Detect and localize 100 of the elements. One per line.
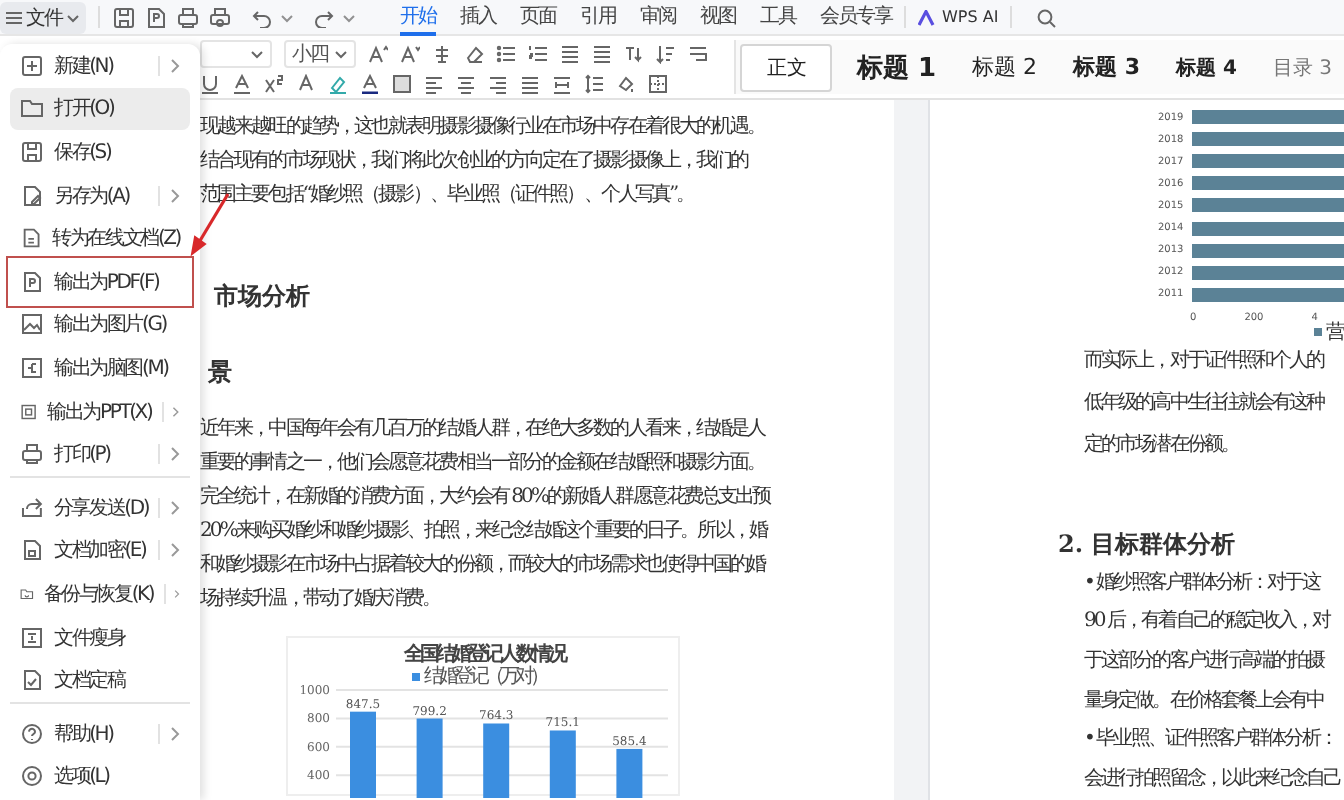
caret-icon[interactable] (280, 11, 294, 23)
align-right-icon[interactable] (488, 73, 508, 94)
shading-icon[interactable] (616, 73, 636, 94)
menu-item[interactable]: 输出为PDF(F) (10, 259, 190, 304)
menu-item[interactable]: 文档加密(E) (10, 529, 190, 573)
numbered-list-icon[interactable] (528, 44, 548, 65)
chart-bar (616, 748, 643, 798)
save-as-icon (20, 183, 44, 208)
text-direction-icon[interactable] (624, 44, 644, 65)
print-icon (20, 442, 44, 467)
chart-bar (350, 711, 376, 798)
menu-tab[interactable]: 会员专享 (820, 0, 892, 35)
new-file-icon (20, 53, 44, 78)
menu-icon (6, 9, 22, 25)
shrink-font-icon[interactable] (400, 44, 420, 65)
menu-item[interactable]: 输出为PPT(X) (10, 389, 190, 433)
menu-item[interactable]: 保存(S) (10, 130, 190, 174)
chart-bar (483, 723, 510, 798)
settings-icon (20, 764, 44, 789)
image-icon (20, 312, 44, 337)
sort-icon[interactable] (656, 44, 676, 65)
menu-item[interactable]: 分享发送(D) (10, 475, 190, 530)
highlight-icon[interactable] (328, 73, 348, 94)
distributed-icon[interactable] (552, 73, 572, 94)
style-option[interactable]: 标题 3 (1061, 43, 1152, 91)
chevron-right-icon (170, 500, 180, 517)
menu-item[interactable]: 打开(O) (10, 87, 190, 131)
menu-item[interactable]: 转为在线文档(Z) (10, 216, 190, 260)
menu-item[interactable]: 新建(N) (10, 44, 190, 88)
menu-tab[interactable]: 工具 (760, 0, 796, 35)
superscript-icon[interactable] (264, 73, 284, 94)
line-break-icon[interactable] (688, 44, 708, 65)
line-spacing-icon[interactable] (584, 73, 604, 94)
slides-icon (20, 399, 38, 424)
chart-bar (549, 730, 576, 798)
grow-font-icon[interactable] (368, 44, 388, 65)
menu-item[interactable]: 文件瘦身 (10, 615, 190, 659)
text-effect-icon[interactable] (296, 73, 316, 94)
chart-title: 全国结婚登记人数情况 (404, 644, 564, 666)
help-icon (20, 722, 44, 747)
document-icon[interactable] (144, 5, 168, 29)
text-color-icon[interactable] (360, 73, 380, 94)
underline-icon[interactable] (200, 73, 220, 94)
chevron-right-icon (170, 446, 180, 463)
file-menu-button[interactable]: 文件 (0, 1, 86, 33)
legend-swatch (1314, 327, 1322, 336)
document-icon (20, 226, 43, 251)
redo-icon[interactable] (314, 7, 334, 27)
caret-icon (250, 48, 264, 61)
section-heading: 市场分析 (214, 280, 312, 314)
menu-tab[interactable]: 引用 (580, 0, 616, 35)
share-icon (20, 496, 44, 521)
char-shading-icon[interactable] (392, 73, 412, 94)
eraser-icon[interactable] (464, 44, 484, 65)
ai-button[interactable]: WPS AI (918, 8, 999, 26)
print-preview-icon[interactable] (208, 5, 232, 29)
font-color-icon[interactable] (232, 73, 252, 94)
chevron-right-icon (174, 585, 180, 602)
save-icon (20, 139, 44, 164)
style-option[interactable]: 标题 1 (844, 43, 949, 91)
menu-tab[interactable]: 插入 (460, 0, 496, 35)
style-option[interactable]: 标题 4 (1164, 43, 1249, 91)
menu-item[interactable]: 输出为脑图(M) (10, 346, 190, 390)
style-option[interactable]: 标题 2 (960, 43, 1050, 91)
undo-icon[interactable] (252, 7, 272, 27)
chevron-right-icon (170, 187, 180, 204)
menu-item[interactable]: 帮助(H) (10, 701, 190, 755)
font-size-dropdown[interactable]: 小四 (284, 40, 356, 69)
finalize-icon (20, 668, 44, 693)
menu-item[interactable]: 选项(L) (10, 755, 190, 799)
border-icon[interactable] (648, 73, 668, 94)
chart-bar (416, 718, 443, 798)
save-icon[interactable] (112, 5, 136, 29)
document-icon (20, 269, 44, 294)
bullet-list-icon[interactable] (496, 44, 516, 65)
menu-tab[interactable]: 视图 (700, 0, 736, 35)
print-icon[interactable] (176, 5, 200, 29)
search-icon[interactable] (1036, 7, 1057, 27)
align-center-icon[interactable] (456, 73, 476, 94)
mind-map-icon (20, 355, 44, 380)
legend-label: 结婚登记（万对） (424, 664, 546, 688)
chart-legend: 结婚登记（万对） (412, 666, 546, 688)
subsection-heading: 景 (208, 356, 234, 390)
lock-document-icon (20, 538, 44, 563)
menu-item[interactable]: 打印(P) (10, 432, 190, 476)
align-left-icon[interactable] (424, 73, 444, 94)
body-paragraph: 而实际上，对于证件照和个人的 低年级的高中生往往就会有这种 定的市场潜在份额。 (1084, 347, 1327, 461)
menu-item[interactable]: 另存为(A) (10, 173, 190, 217)
menu-item[interactable]: 文档定稿 (10, 658, 190, 702)
menu-item[interactable]: 备份与恢复(K) (10, 572, 190, 616)
style-option[interactable]: 正文 (740, 43, 833, 91)
caret-icon (66, 11, 80, 23)
body-paragraph: 近年来，中国每年会有几百万的结婚人群，在绝大多数的人看来，结婚是人 重要的事情之一，他们会愿意花费相当一部分的金额在结婚照和摄影方面。 完全统计，在新婚的消费方面，大约会有 80%的新婚人群愿意花费总支出预 20%来购买婚纱和婚纱摄影、拍照，来纪念结婚这个重要的日子。所以，婚 和婚纱摄影在市场中占据着较大的份额，而较大的市场需求也使得中国的婚 场持续升温，带动了婚庆消费。 (200, 415, 773, 614)
justify-icon[interactable] (520, 73, 540, 94)
caret-icon[interactable] (342, 11, 356, 23)
style-option[interactable]: 目录 3 (1260, 43, 1344, 91)
menu-item[interactable]: 输出为图片(G) (10, 303, 190, 347)
ai-logo-icon (918, 9, 936, 25)
menu-tab[interactable]: 页面 (520, 0, 556, 35)
menu-tab[interactable]: 审阅 (640, 0, 676, 35)
